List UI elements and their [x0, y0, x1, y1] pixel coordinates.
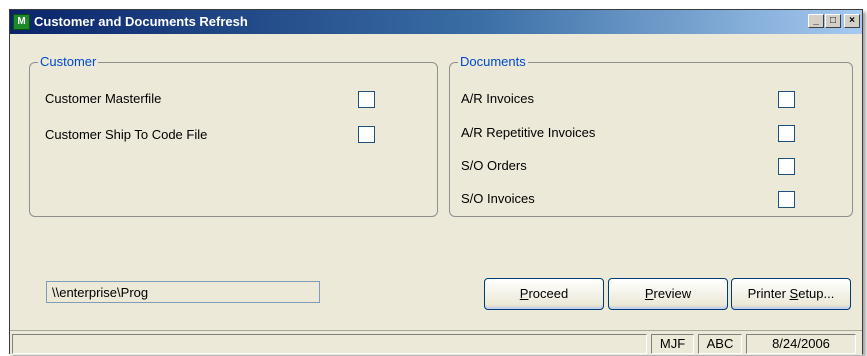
- customer-ship-to-label: Customer Ship To Code File: [45, 127, 208, 142]
- so-orders-checkbox[interactable]: [778, 158, 795, 175]
- customer-masterfile-checkbox[interactable]: [358, 91, 375, 108]
- app-icon: M: [13, 14, 30, 30]
- customer-group: Customer Customer Masterfile Customer Sh…: [29, 54, 438, 217]
- printer-setup-button[interactable]: Printer Setup...: [731, 278, 851, 310]
- status-message-panel: [12, 334, 647, 354]
- maximize-button[interactable]: □: [825, 14, 841, 28]
- status-user: MJF: [651, 334, 694, 354]
- printer-setup-label-start: Printer: [747, 286, 790, 301]
- documents-group: Documents A/R Invoices A/R Repetitive In…: [449, 54, 853, 217]
- so-orders-label: S/O Orders: [461, 158, 527, 173]
- ar-repetitive-invoices-checkbox[interactable]: [778, 125, 795, 142]
- status-company: ABC: [698, 334, 742, 354]
- ar-invoices-checkbox[interactable]: [778, 91, 795, 108]
- preview-button-label: review: [653, 286, 692, 301]
- customer-ship-to-checkbox[interactable]: [358, 126, 375, 143]
- so-invoices-label: S/O Invoices: [461, 191, 535, 206]
- printer-setup-accel: S: [789, 286, 799, 301]
- status-date: 8/24/2006: [746, 334, 856, 354]
- documents-group-title: Documents: [458, 54, 528, 69]
- status-bar: MJF ABC 8/24/2006: [10, 330, 862, 355]
- so-invoices-checkbox[interactable]: [778, 191, 795, 208]
- title-bar[interactable]: M Customer and Documents Refresh _ □ ×: [10, 10, 862, 34]
- customer-group-title: Customer: [38, 54, 99, 69]
- printer-setup-label-end: etup...: [798, 286, 835, 301]
- preview-button[interactable]: Preview: [608, 278, 728, 310]
- refresh-window: M Customer and Documents Refresh _ □ × C…: [9, 9, 863, 355]
- minimize-button[interactable]: _: [808, 14, 824, 28]
- proceed-button-label: roceed: [528, 286, 569, 301]
- ar-invoices-label: A/R Invoices: [461, 91, 534, 106]
- ar-repetitive-invoices-label: A/R Repetitive Invoices: [461, 125, 596, 140]
- proceed-button[interactable]: Proceed: [484, 278, 604, 310]
- preview-button-accel: P: [644, 286, 654, 301]
- server-path-field: \\enterprise\Prog: [46, 281, 320, 303]
- close-button[interactable]: ×: [844, 14, 860, 28]
- customer-masterfile-label: Customer Masterfile: [45, 91, 162, 106]
- window-title: Customer and Documents Refresh: [34, 14, 248, 29]
